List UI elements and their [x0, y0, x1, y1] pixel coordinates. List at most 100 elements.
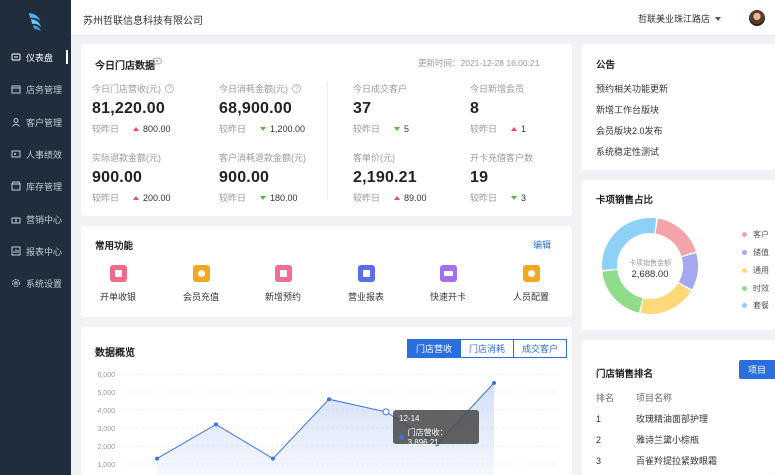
table-row[interactable]: 2 雅诗兰黛小棕瓶	[596, 433, 699, 446]
sidebar-item-label: 人事绩效	[26, 149, 63, 160]
sidebar-item-store[interactable]: 店务管理	[0, 77, 71, 101]
stat-consumption-refund: 客户消耗退款金额(元) 900.00 较昨日 180.00	[219, 151, 306, 204]
func-booking[interactable]: 新增预约	[253, 265, 313, 303]
chart-icon	[357, 265, 375, 282]
y-tick-label: 1,000	[97, 462, 115, 469]
legend-label: 套餐	[753, 301, 769, 310]
gift-icon	[11, 214, 21, 224]
stat-label: 实际退款金额(元)	[92, 153, 161, 163]
stat-value: 8	[470, 100, 480, 117]
sidebar-item-label: 客户管理	[26, 117, 63, 128]
data-point	[214, 422, 218, 427]
notice-item[interactable]: 预约相关功能更新	[596, 82, 668, 95]
legend-dot	[742, 268, 747, 273]
legend-dot	[742, 286, 747, 291]
data-point	[155, 456, 159, 461]
func-label: 开单收银	[99, 292, 136, 302]
compare-value: 3	[521, 192, 527, 203]
eye-icon[interactable]	[152, 57, 162, 65]
notice-item[interactable]: 会员版块2.0发布	[596, 124, 663, 137]
table-row[interactable]: 3 百雀羚提拉紧致眼霜	[596, 454, 717, 467]
project-button[interactable]: 项目	[739, 360, 775, 379]
compare-label: 较昨日	[470, 124, 498, 134]
sidebar-item-inventory[interactable]: 库存管理	[0, 174, 71, 198]
card-icon	[439, 265, 457, 282]
stat-value: 2,190.21	[353, 169, 417, 186]
sidebar-item-dashboard[interactable]: 仪表盘	[0, 45, 71, 69]
arrow-down-icon	[394, 126, 401, 131]
functions-title: 常用功能	[95, 241, 134, 252]
stat-label: 今日门店营收(元)	[92, 84, 161, 94]
checkout-icon	[109, 265, 127, 282]
func-label: 会员充值	[182, 292, 219, 302]
chevron-down-icon	[715, 17, 721, 21]
stat-label: 客户消耗退款金额(元)	[219, 153, 306, 163]
tab-consumption[interactable]: 门店消耗	[461, 339, 515, 358]
y-tick-label: 5,000	[97, 390, 115, 397]
func-staff[interactable]: 人员配置	[501, 265, 561, 303]
chart-tooltip: 12-14 门店营收：3,896.21	[393, 410, 479, 447]
stat-value: 37	[353, 100, 372, 117]
table-row[interactable]: 1 玫瑰精油面部护理	[596, 412, 708, 425]
update-time: 更新时间：2021-12-28 16:00:21	[418, 58, 540, 68]
func-checkout[interactable]: 开单收银	[88, 265, 148, 303]
notice-item[interactable]: 系统稳定性测试	[596, 145, 659, 158]
stat-value: 19	[470, 169, 489, 186]
tab-deal-customers[interactable]: 成交客户	[514, 339, 568, 358]
sidebar-item-report[interactable]: 报表中心	[0, 239, 71, 263]
compare-label: 较昨日	[92, 124, 120, 134]
avatar[interactable]	[749, 10, 765, 26]
arrow-up-icon	[394, 195, 401, 200]
tooltip-value: 门店营收：3,896.21	[407, 428, 448, 447]
inventory-icon	[11, 181, 21, 191]
donut-slice	[655, 218, 696, 257]
coin-icon	[192, 265, 210, 282]
sidebar-item-customer[interactable]: 客户管理	[0, 110, 71, 134]
stat-value: 900.00	[219, 169, 270, 186]
sidebar-item-label: 营销中心	[26, 214, 63, 225]
notice-item[interactable]: 新增工作台版块	[596, 103, 659, 116]
tooltip-date: 12-14	[399, 414, 420, 423]
sidebar-item-marketing[interactable]: 营销中心	[0, 207, 71, 231]
store-select[interactable]: 哲联美业珠江路店	[638, 12, 721, 25]
compare-label: 较昨日	[353, 124, 381, 134]
legend-label: 客户	[753, 230, 769, 239]
compare-label: 较昨日	[470, 193, 498, 203]
compare-value: 800.00	[143, 123, 171, 134]
tooltip-dot	[399, 434, 404, 440]
stat-label: 客单价(元)	[353, 153, 395, 163]
arrow-up-icon	[511, 126, 518, 131]
help-icon[interactable]: ?	[165, 84, 174, 93]
stat-value: 81,220.00	[92, 100, 165, 117]
settings-icon	[522, 265, 540, 282]
compare-label: 较昨日	[219, 193, 247, 203]
func-report[interactable]: 营业报表	[336, 265, 396, 303]
sidebar-item-settings[interactable]: 系统设置	[0, 271, 71, 295]
compare-value: 5	[404, 123, 410, 134]
stat-label: 今日消耗金额(元)	[219, 84, 288, 94]
legend-item: 时效	[742, 283, 769, 294]
stat-avg-price: 客单价(元) 2,190.21 较昨日 89.00	[353, 151, 427, 204]
help-icon[interactable]: ?	[292, 84, 301, 93]
functions-card	[81, 226, 572, 317]
notice-title: 公告	[596, 60, 616, 71]
sidebar-item-hr[interactable]: 人事绩效	[0, 142, 71, 166]
sidebar-item-label: 库存管理	[26, 181, 63, 192]
func-recharge[interactable]: 会员充值	[171, 265, 231, 303]
func-quick-card[interactable]: 快速开卡	[418, 265, 478, 303]
func-label: 人员配置	[512, 292, 549, 302]
report-icon	[11, 246, 21, 256]
stat-revenue: 今日门店营收(元)? 81,220.00 较昨日 800.00	[92, 82, 174, 135]
legend-dot	[742, 250, 747, 255]
id-card-icon	[11, 149, 21, 159]
y-tick-label: 2,000	[97, 444, 115, 451]
stat-value: 68,900.00	[219, 100, 292, 117]
arrow-up-icon	[133, 195, 140, 200]
tab-revenue[interactable]: 门店营收	[407, 339, 462, 358]
edit-link[interactable]: 编辑	[533, 238, 551, 251]
func-label: 新增预约	[264, 292, 301, 302]
func-label: 快速开卡	[429, 292, 466, 302]
legend-item: 套餐	[742, 300, 769, 311]
today-data-title: 今日门店数据	[95, 61, 155, 72]
overview-title: 数据概览	[95, 348, 135, 359]
